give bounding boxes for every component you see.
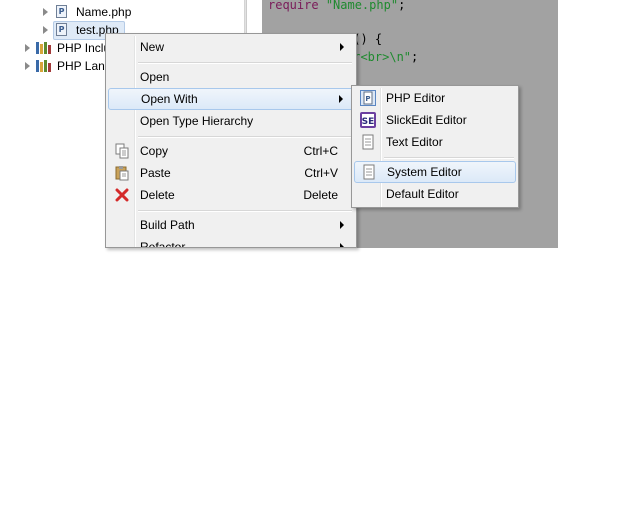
open-with-submenu: P PHP Editor SE SlickEdit Editor Text Ed…: [351, 85, 519, 208]
menu-item-open-type-hierarchy[interactable]: Open Type Hierarchy: [108, 110, 354, 132]
menu-item-system-editor[interactable]: System Editor: [354, 161, 516, 183]
menu-item-copy[interactable]: Copy Ctrl+C: [108, 140, 354, 162]
slickedit-icon: SE: [360, 112, 376, 128]
context-menu: New Open Open With Open Type Hierarchy C…: [105, 33, 357, 248]
expand-arrow-icon[interactable]: [43, 26, 48, 34]
menu-separator: [138, 210, 352, 212]
expand-arrow-icon[interactable]: [25, 62, 30, 70]
tree-item-name-php[interactable]: P Name.php: [40, 3, 160, 21]
svg-text:SE: SE: [362, 117, 375, 127]
library-icon: [36, 42, 51, 54]
menu-item-delete[interactable]: Delete Delete: [108, 184, 354, 206]
menu-item-php-editor[interactable]: P PHP Editor: [354, 87, 516, 109]
php-editor-icon: P: [360, 90, 376, 106]
expand-arrow-icon[interactable]: [43, 8, 48, 16]
submenu-arrow-icon: [340, 221, 344, 229]
submenu-arrow-icon: [340, 43, 344, 51]
paste-icon: [115, 166, 129, 181]
delete-icon: [115, 188, 129, 202]
menu-item-build-path[interactable]: Build Path: [108, 214, 354, 236]
menu-item-new[interactable]: New: [108, 36, 354, 58]
menu-item-open-with[interactable]: Open With: [108, 88, 354, 110]
code-line-1: require "Name.php";: [268, 0, 406, 12]
svg-text:P: P: [365, 95, 370, 103]
library-icon: [36, 60, 51, 72]
menu-item-default-editor[interactable]: Default Editor: [354, 183, 516, 205]
submenu-arrow-icon: [340, 243, 344, 247]
menu-separator: [138, 136, 352, 138]
menu-item-open[interactable]: Open: [108, 66, 354, 88]
menu-item-text-editor[interactable]: Text Editor: [354, 131, 516, 153]
text-file-icon: [362, 134, 374, 150]
menu-item-refactor[interactable]: Refactor: [108, 236, 354, 247]
copy-icon: [115, 143, 129, 159]
expand-arrow-icon[interactable]: [25, 44, 30, 52]
menu-separator: [384, 157, 514, 159]
submenu-arrow-icon: [339, 95, 343, 103]
php-file-icon: P: [56, 5, 67, 18]
menu-separator: [138, 62, 352, 64]
menu-item-slickedit-editor[interactable]: SE SlickEdit Editor: [354, 109, 516, 131]
system-editor-icon: [363, 164, 375, 180]
php-file-icon: P: [56, 23, 67, 36]
menu-item-paste[interactable]: Paste Ctrl+V: [108, 162, 354, 184]
